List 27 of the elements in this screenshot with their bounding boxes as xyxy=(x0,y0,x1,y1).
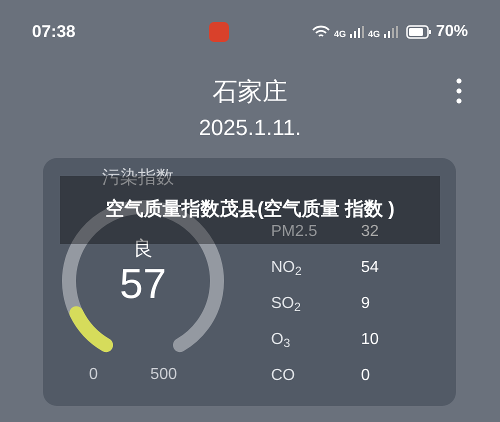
caption-text: 空气质量指数茂县(空气质量 指数 ) xyxy=(105,198,395,222)
date-text: 2025.1.11. xyxy=(198,114,302,142)
network-label: 4G xyxy=(368,28,380,41)
pollutant-value: 54 xyxy=(361,258,379,278)
network-label: 4G xyxy=(334,28,346,41)
battery-percent: 70% xyxy=(436,22,468,42)
gauge-min: 0 xyxy=(89,365,98,385)
signal-icon xyxy=(384,26,398,38)
city-name: 石家庄 xyxy=(212,77,288,108)
signal-icon xyxy=(350,26,364,38)
card-label: 污染指数 xyxy=(102,166,174,189)
pollutant-value: 9 xyxy=(361,294,370,314)
pollutant-name: CO xyxy=(271,366,296,386)
pollutant-name: NO$_{2}$ xyxy=(271,258,303,280)
pollutant-name: PM2.5 xyxy=(271,222,318,242)
clock-time: 07:38 xyxy=(32,21,76,44)
index-value: 57 xyxy=(120,261,166,307)
quality-level: 良 xyxy=(133,237,153,261)
pollutant-name: O$_{3}$ xyxy=(271,330,292,352)
more-icon[interactable] xyxy=(456,78,462,104)
pollutant-value: 10 xyxy=(361,330,379,350)
wifi-icon xyxy=(312,25,330,39)
battery-icon xyxy=(406,25,432,39)
pollutant-value: 0 xyxy=(361,366,370,386)
pollutant-value: 32 xyxy=(361,222,379,242)
pollutant-name: SO$_{2}$ xyxy=(271,294,302,316)
gauge-max: 500 xyxy=(150,365,177,385)
